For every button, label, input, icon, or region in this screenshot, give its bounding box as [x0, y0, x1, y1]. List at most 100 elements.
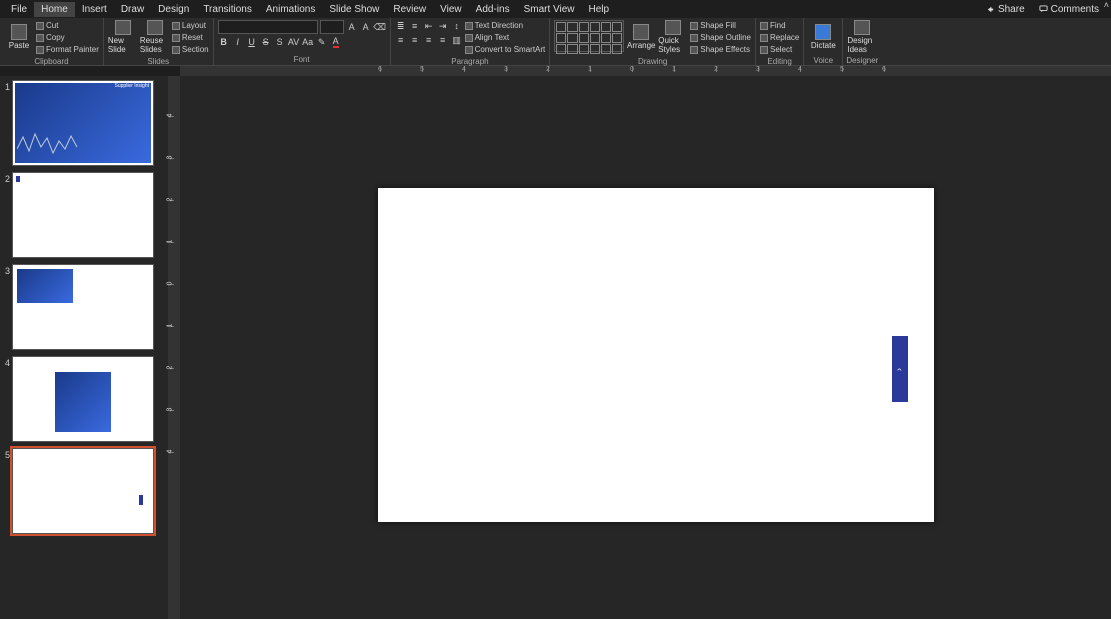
slide-thumbnail[interactable] — [12, 264, 154, 350]
slide-thumbnail[interactable] — [12, 448, 154, 534]
section-button[interactable]: Section — [172, 44, 209, 55]
cut-icon — [36, 22, 44, 30]
workspace: 1Supplier Insight2345 432101234 ‹ — [0, 76, 1111, 619]
shadow-text-button[interactable]: S — [274, 36, 286, 48]
ruler-tick-label: 5 — [420, 66, 424, 73]
ruler-tick-label: 4 — [166, 114, 173, 118]
numbering-button[interactable]: ≡ — [409, 20, 421, 32]
group-label: Voice — [804, 56, 842, 66]
font-color-button[interactable]: A — [330, 36, 342, 48]
line-spacing-button[interactable]: ↕ — [451, 20, 463, 32]
menu-transitions[interactable]: Transitions — [196, 2, 259, 17]
convert-smartart-button[interactable]: Convert to SmartArt — [465, 44, 546, 55]
change-case-button[interactable]: Aa — [302, 36, 314, 48]
font-family-input[interactable] — [218, 20, 318, 34]
layout-icon — [172, 22, 180, 30]
align-left-button[interactable]: ≡ — [395, 34, 407, 46]
font-size-input[interactable] — [320, 20, 344, 34]
mic-icon — [815, 24, 831, 40]
menu-help[interactable]: Help — [582, 2, 617, 17]
slide-shape-object[interactable]: ‹ — [892, 336, 908, 402]
slide-thumbnail[interactable] — [12, 172, 154, 258]
highlight-color-button[interactable]: ✎ — [316, 36, 328, 48]
group-label: Font — [214, 55, 390, 65]
menu-smartview[interactable]: Smart View — [517, 2, 582, 17]
shape-effects-button[interactable]: Shape Effects — [690, 44, 751, 55]
columns-button[interactable]: ▥ — [451, 34, 463, 46]
ruler-tick-label: 4 — [166, 450, 173, 454]
layout-button[interactable]: Layout — [172, 20, 209, 31]
ruler-tick-label: 6 — [378, 66, 382, 73]
slide-canvas[interactable]: ‹ — [180, 76, 1111, 619]
current-slide[interactable]: ‹ — [378, 188, 934, 522]
reset-button[interactable]: Reset — [172, 32, 209, 43]
dictate-button[interactable]: Dictate — [808, 20, 838, 54]
italic-button[interactable]: I — [232, 36, 244, 48]
align-text-button[interactable]: Align Text — [465, 32, 546, 43]
menu-design[interactable]: Design — [151, 2, 196, 17]
thumb-number: 2 — [2, 172, 12, 184]
select-button[interactable]: Select — [760, 44, 799, 55]
ruler-tick-label: 2 — [166, 198, 173, 202]
ruler-tick-label: 5 — [840, 66, 844, 73]
align-right-button[interactable]: ≡ — [423, 34, 435, 46]
smartart-icon — [465, 46, 473, 54]
group-clipboard: Paste Cut Copy Format Painter Clipboard — [0, 18, 104, 65]
decrease-indent-button[interactable]: ⇤ — [423, 20, 435, 32]
ruler-tick-label: 0 — [166, 282, 173, 286]
bullets-button[interactable]: ≣ — [395, 20, 407, 32]
text-direction-button[interactable]: Text Direction — [465, 20, 546, 31]
quick-styles-button[interactable]: Quick Styles — [658, 20, 688, 54]
design-ideas-button[interactable]: Design Ideas — [847, 20, 877, 54]
slide-thumbnail[interactable] — [12, 356, 154, 442]
group-label: Designer — [843, 56, 881, 66]
shrink-font-button[interactable]: A — [360, 21, 372, 33]
shape-outline-button[interactable]: Shape Outline — [690, 32, 751, 43]
strike-button[interactable]: S — [260, 36, 272, 48]
arrange-button[interactable]: Arrange — [626, 20, 656, 54]
menu-draw[interactable]: Draw — [114, 2, 151, 17]
increase-indent-button[interactable]: ⇥ — [437, 20, 449, 32]
bold-button[interactable]: B — [218, 36, 230, 48]
comments-button[interactable]: Comments — [1033, 3, 1105, 16]
reuse-slides-button[interactable]: Reuse Slides — [140, 20, 170, 54]
underline-button[interactable]: U — [246, 36, 258, 48]
shapes-gallery[interactable] — [554, 20, 624, 52]
share-button[interactable]: Share — [980, 3, 1031, 16]
menu-addins[interactable]: Add-ins — [469, 2, 517, 17]
horizontal-ruler: 6543210123456 — [180, 66, 1111, 76]
menu-view[interactable]: View — [433, 2, 469, 17]
ruler-tick-label: 1 — [672, 66, 676, 73]
cut-button[interactable]: Cut — [36, 20, 99, 31]
collapse-ribbon-button[interactable]: ˄ — [1104, 0, 1109, 10]
clear-format-button[interactable]: ⌫ — [374, 21, 386, 33]
menu-animations[interactable]: Animations — [259, 2, 322, 17]
ruler-tick-label: 3 — [166, 408, 173, 412]
slide-thumbnail[interactable]: Supplier Insight — [12, 80, 154, 166]
group-font: A A ⌫ B I U S S AV Aa ✎ A Font — [214, 18, 391, 65]
share-icon — [986, 5, 995, 14]
group-designer: Design Ideas Designer — [843, 18, 881, 65]
menu-home[interactable]: Home — [34, 2, 75, 17]
new-slide-button[interactable]: New Slide — [108, 20, 138, 54]
replace-button[interactable]: Replace — [760, 32, 799, 43]
copy-button[interactable]: Copy — [36, 32, 99, 43]
align-center-button[interactable]: ≡ — [409, 34, 421, 46]
menu-slideshow[interactable]: Slide Show — [322, 2, 386, 17]
text-direction-icon — [465, 22, 473, 30]
slide-thumbnail-panel[interactable]: 1Supplier Insight2345 — [0, 76, 168, 619]
find-button[interactable]: Find — [760, 20, 799, 31]
menu-file[interactable]: File — [4, 2, 34, 17]
ruler-tick-label: 3 — [166, 156, 173, 160]
grow-font-button[interactable]: A — [346, 21, 358, 33]
shape-fill-icon — [690, 22, 698, 30]
justify-button[interactable]: ≡ — [437, 34, 449, 46]
section-icon — [172, 46, 180, 54]
char-spacing-button[interactable]: AV — [288, 36, 300, 48]
shape-fill-button[interactable]: Shape Fill — [690, 20, 751, 31]
format-painter-button[interactable]: Format Painter — [36, 44, 99, 55]
paste-button[interactable]: Paste — [4, 20, 34, 54]
menu-review[interactable]: Review — [386, 2, 433, 17]
menu-insert[interactable]: Insert — [75, 2, 114, 17]
quick-styles-icon — [665, 20, 681, 35]
